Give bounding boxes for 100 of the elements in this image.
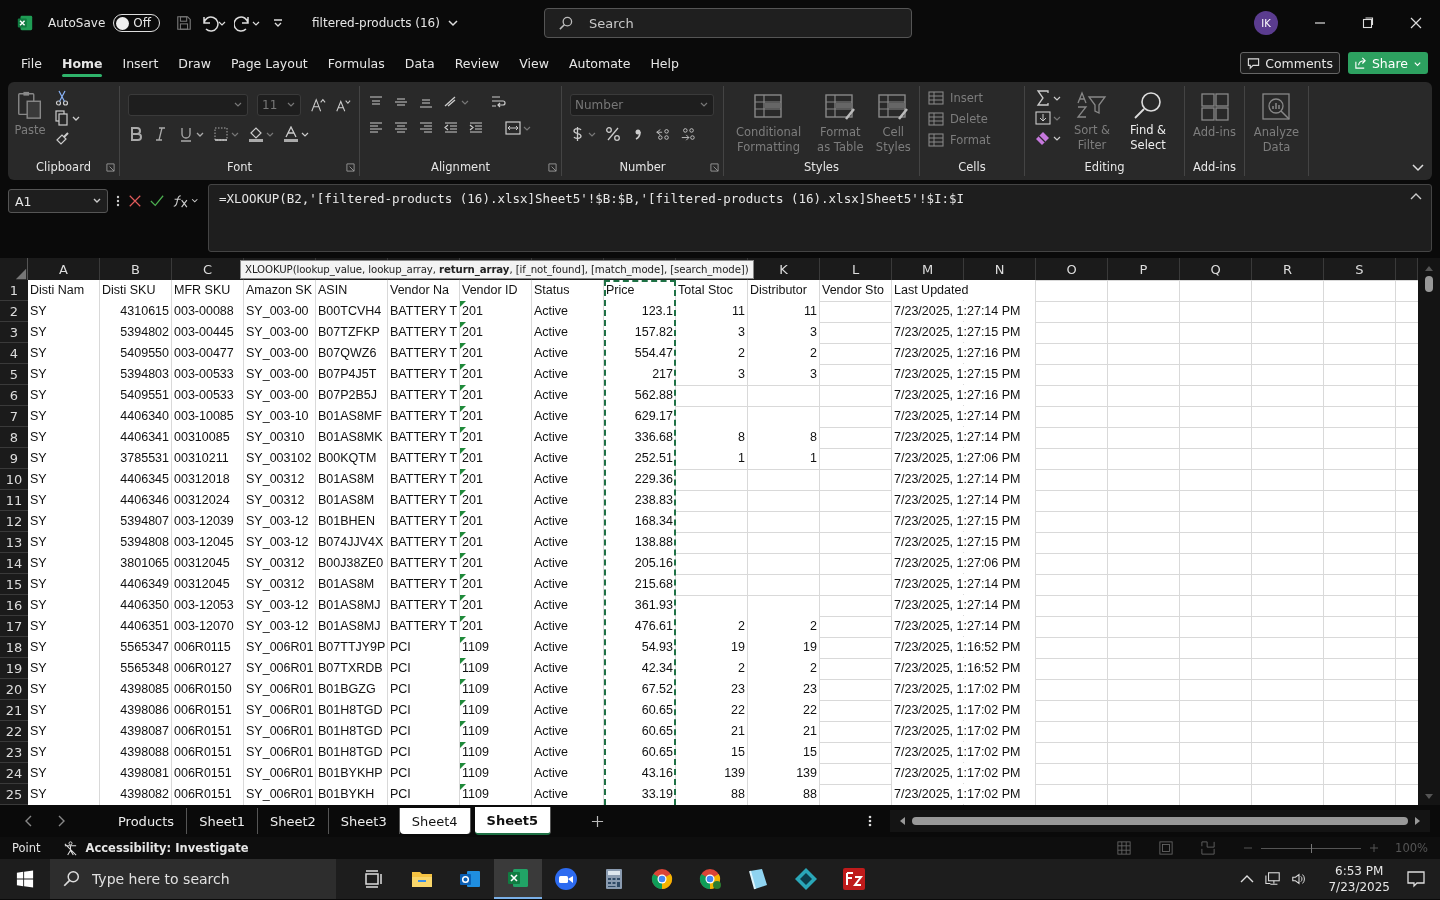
font-size-field[interactable]: 11: [257, 94, 301, 116]
dialog-launcher-icon[interactable]: [710, 163, 719, 172]
comments-button[interactable]: Comments: [1240, 52, 1340, 74]
sheet-tab[interactable]: Sheet4: [399, 808, 471, 834]
taskbar-search-field[interactable]: Type here to search: [50, 859, 336, 899]
scroll-thumb[interactable]: [1425, 276, 1433, 292]
row-header[interactable]: 10: [0, 469, 28, 490]
currency-icon[interactable]: [570, 126, 596, 142]
increase-font-icon[interactable]: [310, 97, 326, 113]
insert-function-icon[interactable]: [172, 194, 200, 208]
horizontal-scrollbar[interactable]: [890, 810, 1430, 832]
dialog-launcher-icon[interactable]: [106, 163, 115, 172]
volume-icon[interactable]: [1291, 871, 1308, 887]
scroll-left-icon[interactable]: [898, 816, 906, 826]
notifications-icon[interactable]: [1406, 869, 1426, 889]
align-center-icon[interactable]: [393, 120, 409, 136]
menu-tab[interactable]: View: [510, 49, 558, 77]
row-header[interactable]: 3: [0, 322, 28, 343]
diamond-app-icon[interactable]: [794, 867, 818, 891]
save-icon[interactable]: [176, 15, 193, 31]
scroll-thumb[interactable]: [912, 817, 1408, 825]
sheet-tab[interactable]: Sheet2: [258, 808, 329, 834]
scroll-up-icon[interactable]: [1424, 264, 1434, 272]
video-app-icon[interactable]: [554, 867, 578, 891]
column-header[interactable]: O: [1036, 258, 1108, 280]
menu-tab[interactable]: Draw: [169, 49, 220, 77]
row-header[interactable]: 12: [0, 511, 28, 532]
formula-field[interactable]: =XLOOKUP(B2,'[filtered-products (16).xlsx]Sheet5'!$B:$B,'[filtered-products (16).xlsx]Sheet5'!$I:$I: [208, 184, 1432, 252]
sheet-tab[interactable]: Products: [106, 808, 188, 834]
menu-tab[interactable]: Home: [52, 49, 112, 77]
caret-icon[interactable]: [447, 18, 458, 28]
increase-indent-icon[interactable]: [468, 120, 484, 136]
notebook-app-icon[interactable]: [746, 867, 770, 891]
accessibility-status[interactable]: Accessibility: Investigate: [85, 841, 249, 855]
add-sheet-icon[interactable]: [591, 814, 605, 828]
sheet-tab[interactable]: Sheet3: [328, 808, 400, 834]
menu-tab[interactable]: Data: [395, 49, 444, 77]
autosum-icon[interactable]: [1035, 90, 1061, 106]
font-name-field[interactable]: [128, 94, 248, 116]
clock-date[interactable]: 7/23/2025: [1328, 879, 1390, 896]
start-icon[interactable]: [16, 870, 34, 888]
row-header[interactable]: 6: [0, 385, 28, 406]
underline-icon[interactable]: [178, 126, 204, 142]
menu-tab[interactable]: Help: [641, 49, 688, 77]
row-header[interactable]: 1: [0, 280, 28, 301]
sheet-tab[interactable]: Sheet5: [474, 807, 552, 835]
row-header[interactable]: 4: [0, 343, 28, 364]
row-header[interactable]: 9: [0, 448, 28, 469]
row-header[interactable]: 2: [0, 301, 28, 322]
column-header[interactable]: P: [1108, 258, 1180, 280]
row-header[interactable]: 14: [0, 553, 28, 574]
clock-time[interactable]: 6:53 PM: [1335, 862, 1384, 879]
search-field[interactable]: Search: [544, 8, 912, 38]
customize-toolbar-icon[interactable]: [272, 17, 285, 29]
align-left-icon[interactable]: [368, 120, 384, 136]
collapse-ribbon-icon[interactable]: [1412, 164, 1424, 172]
wrap-text-icon[interactable]: [490, 94, 506, 110]
row-header[interactable]: 20: [0, 679, 28, 700]
row-header[interactable]: 19: [0, 658, 28, 679]
name-box[interactable]: A1: [8, 189, 108, 213]
decrease-indent-icon[interactable]: [443, 120, 459, 136]
font-color-icon[interactable]: [283, 126, 309, 142]
dialog-launcher-icon[interactable]: [548, 163, 557, 172]
close-icon[interactable]: [1410, 17, 1422, 29]
percent-icon[interactable]: [605, 126, 621, 142]
number-format-field[interactable]: Number: [570, 94, 714, 116]
row-header[interactable]: 11: [0, 490, 28, 511]
eraser-icon[interactable]: [1035, 130, 1061, 146]
menu-tab[interactable]: Formulas: [318, 49, 394, 77]
more-options-icon[interactable]: [116, 194, 120, 208]
row-header[interactable]: 15: [0, 574, 28, 595]
increase-decimal-icon[interactable]: [655, 126, 671, 142]
row-header[interactable]: 8: [0, 427, 28, 448]
undo-icon[interactable]: [200, 14, 227, 32]
menu-tab[interactable]: File: [12, 49, 51, 77]
editing-button[interactable]: Find & Select: [1123, 88, 1173, 158]
chrome-icon[interactable]: [650, 867, 674, 891]
row-header[interactable]: 24: [0, 763, 28, 784]
decrease-decimal-icon[interactable]: [680, 126, 696, 142]
column-header[interactable]: S: [1324, 258, 1396, 280]
row-header[interactable]: 17: [0, 616, 28, 637]
column-header[interactable]: Q: [1180, 258, 1252, 280]
fill-icon[interactable]: [1035, 110, 1061, 126]
spreadsheet-app-icon[interactable]: [506, 866, 530, 890]
ftp-app-icon[interactable]: [842, 867, 866, 891]
merge-center-icon[interactable]: [505, 120, 531, 136]
redo-icon[interactable]: [234, 14, 261, 32]
menu-tab[interactable]: Insert: [113, 49, 168, 77]
collapse-formula-bar-icon[interactable]: [1410, 192, 1422, 200]
row-header[interactable]: 23: [0, 742, 28, 763]
file-title[interactable]: filtered-products (16): [312, 16, 440, 30]
row-header[interactable]: 7: [0, 406, 28, 427]
row-header[interactable]: 18: [0, 637, 28, 658]
menu-tab[interactable]: Page Layout: [222, 49, 317, 77]
scroll-down-icon[interactable]: [1424, 793, 1434, 801]
copy-icon[interactable]: [54, 110, 80, 126]
cut-icon[interactable]: [54, 90, 70, 106]
previous-sheet-icon[interactable]: [24, 814, 34, 828]
align-right-icon[interactable]: [418, 120, 434, 136]
enter-check-icon[interactable]: [150, 194, 164, 208]
